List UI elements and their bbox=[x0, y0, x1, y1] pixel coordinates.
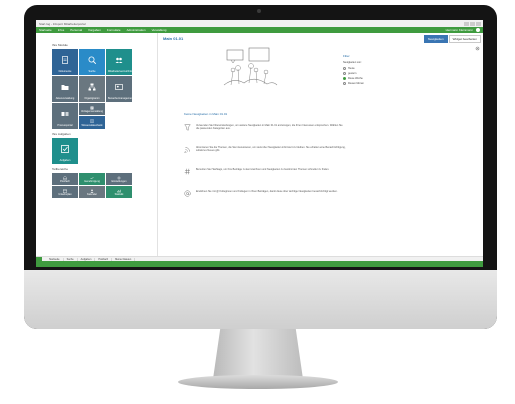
section-title-tasks: Ihre Aufgaben bbox=[52, 132, 71, 136]
news-hint: Verwenden Sie Filtereinstellungen, um we… bbox=[184, 124, 354, 136]
minimize-button[interactable] bbox=[464, 21, 469, 26]
tile-label: Aktenverwaltung bbox=[55, 97, 75, 100]
news-empty-title: Keine Neuigkeiten in Main 01.01 bbox=[184, 112, 228, 116]
folder-icon bbox=[61, 84, 69, 90]
module-panel: Ihre Module Dokumente Suche Mitarbeiterver… bbox=[36, 33, 157, 256]
tile-vorlagenverwaltung[interactable]: Vorlagenverwaltung bbox=[79, 103, 105, 115]
book-icon bbox=[90, 119, 94, 123]
menu-item-administration[interactable]: Administration bbox=[127, 28, 146, 32]
news-filter: Filter Neuigkeiten von: Heute gestern Di… bbox=[343, 54, 383, 86]
window-titlebar: Start.log - Infoport Mitarbeiterportal bbox=[36, 20, 483, 27]
monitor-stand bbox=[213, 329, 303, 379]
tile-mitarbeiterverzeichnis[interactable]: Mitarbeiterverzeichnis bbox=[106, 49, 132, 75]
tile-stack: Vorlagenverwaltung Wissensdatenbank bbox=[79, 103, 105, 129]
tile-label: Bewerbermanagement bbox=[108, 97, 132, 100]
document-icon bbox=[62, 56, 68, 64]
task-tiles: Aufgaben bbox=[52, 138, 151, 164]
screen: Start.log - Infoport Mitarbeiterportal S… bbox=[36, 20, 483, 267]
news-hint: Abonnieren Sie die Themen, die Sie inter… bbox=[184, 146, 354, 158]
menu-item-personal[interactable]: Personal bbox=[70, 28, 82, 32]
monitor-base bbox=[178, 375, 338, 389]
tile-aktenverwaltung[interactable]: Aktenverwaltung bbox=[52, 76, 78, 102]
tile-label: Genehmigung bbox=[84, 180, 100, 183]
tile-suche[interactable]: Suche bbox=[79, 49, 105, 75]
menu-item-verwaltung[interactable]: Verwaltung bbox=[152, 28, 167, 32]
tile-label: Dokumente bbox=[58, 70, 72, 73]
section-title-areas: Teilbereiche bbox=[52, 167, 69, 171]
mention-icon bbox=[184, 190, 191, 197]
tile-label: Kalender bbox=[86, 193, 97, 196]
page-title: Main 01.01 bbox=[163, 36, 184, 41]
tile-organigramm[interactable]: Organigramm bbox=[79, 76, 105, 102]
tile-label: Organigramm bbox=[84, 97, 100, 100]
tile-label: Mitarbeiterverzeichnis bbox=[108, 70, 132, 73]
panel-divider bbox=[157, 33, 158, 256]
tile-label: Einstellungen bbox=[111, 180, 127, 183]
window-title: Start.log - Infoport Mitarbeiterportal bbox=[39, 21, 86, 26]
bottom-tiles: Postfach Genehmigung Einstellungen Urlaubsp… bbox=[52, 173, 151, 198]
checkbox-icon bbox=[61, 145, 69, 153]
search-icon bbox=[88, 56, 97, 65]
filter-subtitle: Neuigkeiten von: bbox=[343, 61, 362, 64]
tile-label: Postfach bbox=[60, 180, 70, 183]
menu-item-vorgaben[interactable]: Vorgaben bbox=[88, 28, 101, 32]
menu-item-infos[interactable]: Infos bbox=[58, 28, 65, 32]
radio-button[interactable] bbox=[343, 77, 346, 80]
tile-label: Statistik bbox=[114, 193, 124, 196]
footer-stripe bbox=[36, 261, 483, 267]
content-area: Ihre Module Dokumente Suche Mitarbeiterver… bbox=[36, 33, 483, 256]
avatar[interactable] bbox=[476, 28, 480, 32]
hashtag-icon bbox=[184, 168, 190, 175]
tile-label: Prozessportal bbox=[57, 124, 73, 127]
tile-urlaubsplan[interactable]: Urlaubsplan bbox=[52, 186, 78, 198]
tile-postfach[interactable]: Postfach bbox=[52, 173, 78, 185]
monitor-chin bbox=[24, 270, 497, 329]
tile-genehmigung[interactable]: Genehmigung bbox=[79, 173, 105, 185]
news-hint: Erwähnen Sie mit @ Kolleginnen und Kolle… bbox=[184, 190, 354, 202]
section-title-modules: Ihre Module bbox=[52, 43, 68, 47]
maximize-button[interactable] bbox=[470, 21, 475, 26]
menu-item-startseite[interactable]: Startseite bbox=[39, 28, 52, 32]
tile-wissensdatenbank[interactable]: Wissensdatenbank bbox=[79, 116, 105, 129]
user-name[interactable]: Hermann Kleinmann bbox=[446, 28, 473, 32]
radio-button[interactable] bbox=[343, 82, 346, 85]
module-tiles: Dokumente Suche Mitarbeiterverzeichnis Akte… bbox=[52, 49, 151, 129]
people-icon bbox=[115, 57, 123, 63]
news-panel: Main 01.01 Neuigkeiten Widget bearbeiten… bbox=[159, 33, 483, 256]
tile-bewerbermanagement[interactable]: Bewerbermanagement bbox=[106, 76, 132, 102]
tile-dokumente[interactable]: Dokumente bbox=[52, 49, 78, 75]
menu-item-formulare[interactable]: Formulare bbox=[107, 28, 121, 32]
news-hint: Benutzen Sie Hashtags, um Ihre Beiträge … bbox=[184, 168, 354, 180]
close-button[interactable] bbox=[476, 21, 481, 26]
camera-icon bbox=[257, 9, 261, 13]
process-icon bbox=[61, 111, 69, 116]
filter-title: Filter bbox=[343, 54, 350, 58]
tile-einstellungen[interactable]: Einstellungen bbox=[106, 173, 132, 185]
edit-widget-button[interactable]: Widget bearbeiten bbox=[448, 35, 481, 43]
tile-aufgaben[interactable]: Aufgaben bbox=[52, 138, 78, 164]
filter-option[interactable]: Diesen Monat bbox=[343, 81, 383, 86]
gear-icon[interactable] bbox=[475, 46, 480, 51]
tile-label: Urlaubsplan bbox=[58, 193, 72, 196]
tile-label: Suche bbox=[88, 70, 96, 73]
radio-button[interactable] bbox=[343, 67, 346, 70]
tile-kalender[interactable]: Kalender bbox=[79, 186, 105, 198]
tile-label: Wissensdatenbank bbox=[81, 124, 103, 127]
tile-label: Aufgaben bbox=[59, 159, 71, 162]
tile-prozessportal[interactable]: Prozessportal bbox=[52, 103, 78, 129]
radio-button[interactable] bbox=[343, 72, 346, 75]
org-icon bbox=[88, 83, 96, 91]
feed-icon bbox=[184, 147, 190, 153]
news-button[interactable]: Neuigkeiten bbox=[423, 35, 448, 43]
filter-icon bbox=[184, 124, 191, 131]
tile-statistik[interactable]: Statistik bbox=[106, 186, 132, 198]
empty-news-illustration bbox=[223, 47, 278, 86]
tile-label: Vorlagenverwaltung bbox=[81, 110, 103, 113]
contact-icon bbox=[115, 84, 123, 90]
